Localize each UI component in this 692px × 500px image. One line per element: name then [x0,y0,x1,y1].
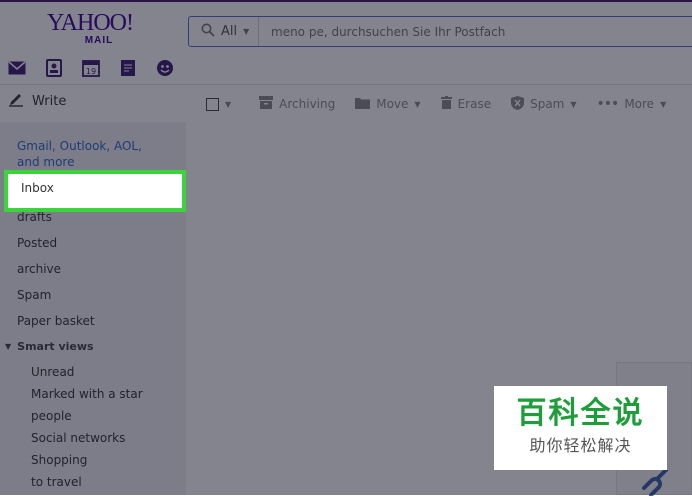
compose-button[interactable]: Write [8,92,66,111]
smart-view-shopping[interactable]: Shopping [31,449,143,471]
folder-icon [355,97,371,112]
watermark-title: 百科全说 [516,396,645,431]
spam-label: Spam [530,97,565,111]
shield-icon [511,95,525,113]
search-bar[interactable]: All ▼ [188,16,692,47]
chevron-down-icon: ▼ [243,27,250,36]
smart-views-label: Smart views [17,340,94,353]
contacts-icon[interactable] [43,58,65,78]
top-accent-bar [0,0,692,2]
attachment-link-icon[interactable] [638,468,674,500]
archive-label: Archiving [279,97,336,111]
smart-view-social[interactable]: Social networks [31,427,143,449]
app-switcher: 19 [6,58,176,78]
calendar-day: 19 [86,67,96,76]
archive-icon [259,96,274,112]
add-accounts-link[interactable]: Gmail, Outlook, AOL, and more [17,138,167,170]
move-label: Move [376,97,409,111]
smart-view-starred[interactable]: Marked with a star [31,383,143,405]
chevron-down-icon: ▼ [414,99,421,109]
trash-icon [440,96,452,112]
smart-view-travel[interactable]: to travel [31,471,143,493]
spam-button[interactable]: Spam ▼ [511,95,577,113]
yahoo-mail-logo[interactable]: YAHOO! MAIL [40,10,140,46]
smart-views-list: Unread Marked with a star people Social … [31,361,143,493]
logo-wordmark: YAHOO! [47,10,134,36]
calendar-icon[interactable]: 19 [80,58,102,78]
move-button[interactable]: Move ▼ [355,97,421,112]
folder-archive[interactable]: archive [0,256,186,282]
select-all-checkbox[interactable] [206,97,219,111]
messenger-icon[interactable] [154,58,176,78]
archive-button[interactable]: Archiving [259,96,335,112]
search-scope-dropdown[interactable]: All ▼ [189,17,259,46]
folder-trash[interactable]: Paper basket [0,308,186,334]
notepad-icon[interactable] [117,58,139,78]
more-button[interactable]: ••• More ▼ [597,96,667,112]
search-icon [201,22,215,41]
folder-spam[interactable]: Spam [0,282,186,308]
chevron-down-icon: ▼ [5,342,12,351]
more-label: More [624,97,655,111]
mail-icon[interactable] [6,58,28,78]
compose-label: Write [32,94,67,109]
folder-list: Inbox drafts Posted archive Spam Paper b… [0,170,186,334]
message-toolbar: ▼ Archiving Move ▼ Erase Spam ▼ ••• More… [188,90,692,118]
ellipsis-icon: ••• [596,96,620,112]
delete-label: Erase [457,97,492,111]
header-divider [0,84,692,85]
search-scope-label: All [221,24,238,39]
pencil-icon [8,92,24,111]
smart-views-toggle[interactable]: ▼ Smart views [5,340,94,353]
delete-button[interactable]: Erase [440,96,492,112]
smart-view-people[interactable]: people [31,405,143,427]
chevron-down-icon: ▼ [660,99,667,109]
search-input[interactable] [269,21,673,43]
watermark-subtitle: 助你轻松解决 [529,436,632,455]
folder-inbox[interactable]: Inbox [4,170,186,212]
folder-sent[interactable]: Posted [0,230,186,256]
smart-view-unread[interactable]: Unread [31,361,143,383]
logo-subtitle: MAIL [84,35,114,46]
select-all-dropdown[interactable]: ▼ [206,97,232,111]
chevron-down-icon: ▼ [570,99,577,109]
baidu-watermark: 百科全说 助你轻松解决 [494,386,667,470]
chevron-down-icon: ▼ [225,99,232,109]
